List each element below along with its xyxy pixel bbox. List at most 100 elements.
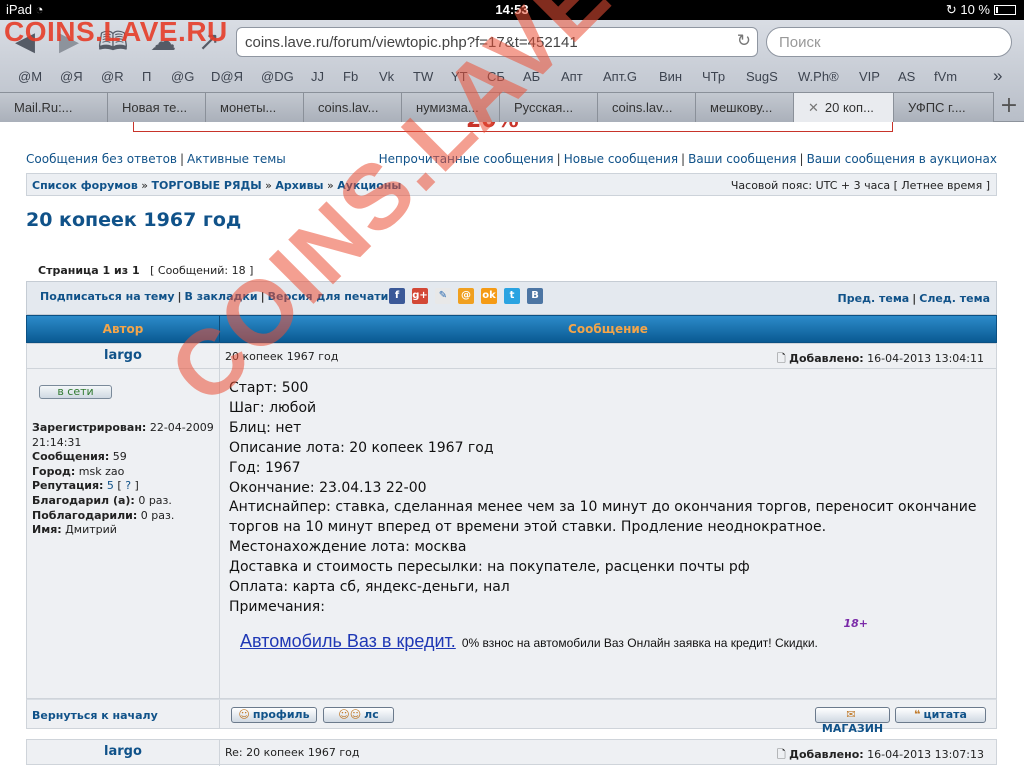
browser-tab[interactable]: Mail.Ru:... <box>0 92 108 122</box>
google-plus-icon[interactable]: g+ <box>412 288 428 304</box>
bookmark-item[interactable]: JJ <box>311 69 324 84</box>
bookmark-item[interactable]: fVm <box>934 69 957 84</box>
unanswered-link[interactable]: Сообщения без ответов <box>26 152 177 166</box>
shop-button[interactable]: ✉МАГАЗИН <box>815 707 890 735</box>
browser-toolbar: ◀ ▶ 🕮 ☁ ↗ COINS.LAVE.RU coins.lave.ru/fo… <box>0 16 1024 64</box>
user-icon: ☺ <box>238 708 250 721</box>
post-text: Старт: 500 Шаг: любой Блиц: нет Описание… <box>229 380 977 615</box>
text-ad: 18+ Автомобиль Ваз в кредит. 0% взнос на … <box>240 617 880 652</box>
reload-icon[interactable]: ↻ <box>737 31 751 51</box>
new-posts-link[interactable]: Новые сообщения <box>564 152 678 166</box>
facebook-icon[interactable]: f <box>389 288 405 304</box>
breadcrumb: Список форумов » ТОРГОВЫЕ РЯДЫ » Архивы … <box>26 173 997 196</box>
pm-button[interactable]: ☺☺ лс <box>323 707 394 723</box>
breadcrumb-trade[interactable]: ТОРГОВЫЕ РЯДЫ <box>152 179 262 192</box>
bookmark-item[interactable]: @DG <box>261 69 294 84</box>
bookmark-item[interactable]: ЧТр <box>702 69 725 84</box>
twitter-icon[interactable]: t <box>504 288 520 304</box>
prev-topic-link[interactable]: Пред. тема <box>838 292 910 305</box>
search-input[interactable]: Поиск <box>766 27 1012 57</box>
bookmark-item[interactable]: @R <box>101 69 124 84</box>
tab-strip: Mail.Ru:... Новая те... монеты... coins.… <box>0 92 1024 122</box>
profile-button[interactable]: ☺ профиль <box>231 707 317 723</box>
breadcrumb-forums[interactable]: Список форумов <box>32 179 138 192</box>
more-bookmarks-icon[interactable]: » <box>993 66 1002 86</box>
odnoklassniki-icon[interactable]: ok <box>481 288 497 304</box>
topic-actions: Подписаться на тему | В закладки | Версия дл… <box>26 281 997 315</box>
browser-tab[interactable]: coins.lav... <box>598 92 696 122</box>
back-to-top-link[interactable]: Вернуться к началу <box>32 709 158 722</box>
bookmark-item[interactable]: Vk <box>379 69 394 84</box>
users-icon: ☺☺ <box>338 708 362 721</box>
lock-rotation-icon: ↻ <box>945 2 957 17</box>
browser-tab[interactable]: coins.lav... <box>304 92 402 122</box>
url-text: coins.lave.ru/forum/viewtopic.php?f=17&t… <box>245 34 578 51</box>
bookmark-item[interactable]: СБ <box>487 69 505 84</box>
cart-icon: ✉ <box>846 708 856 721</box>
browser-tab-active[interactable]: ✕ 20 коп... <box>794 92 894 122</box>
post-author[interactable]: largo <box>27 744 219 759</box>
battery-status: ↻ 10 % <box>946 2 1016 18</box>
browser-tab[interactable]: нумизма... <box>402 92 500 122</box>
bookmark-item[interactable]: @Я <box>60 69 83 84</box>
timezone-label: Часовой пояс: UTC + 3 часа [ Летнее врем… <box>730 179 990 192</box>
ad-banner[interactable]: 20% <box>133 122 893 132</box>
your-auction-posts-link[interactable]: Ваши сообщения в аукционах <box>807 152 997 166</box>
breadcrumb-archives[interactable]: Архивы <box>275 179 323 192</box>
bookmark-item[interactable]: YT <box>451 69 468 84</box>
bookmark-item[interactable]: W.Ph® <box>798 69 839 84</box>
page-content: 20% Сообщения без ответов|Активные темы … <box>0 122 1024 768</box>
ad-text: 0% взнос на автомобили Ваз Онлайн заявка… <box>461 636 818 650</box>
post-subject[interactable]: Re: 20 копеек 1967 год <box>225 746 359 759</box>
bookmark-item[interactable]: П <box>142 69 151 84</box>
bookmark-item[interactable]: @G <box>171 69 194 84</box>
unread-link[interactable]: Непрочитанные сообщения <box>379 152 554 166</box>
bookmark-link[interactable]: В закладки <box>185 290 258 303</box>
bookmark-item[interactable]: D@Я <box>211 69 243 84</box>
bookmark-item[interactable]: Fb <box>343 69 358 84</box>
bookmark-item[interactable]: Вин <box>659 69 682 84</box>
post-header: largo Re: 20 копеек 1967 год 🗋 Добавлено… <box>26 739 997 766</box>
message-count: [ Сообщений: 18 ] <box>150 264 254 277</box>
browser-tab[interactable]: мешкову... <box>696 92 794 122</box>
post-doc-icon: 🗋 <box>776 352 786 365</box>
bookmark-item[interactable]: АБ <box>523 69 540 84</box>
browser-tab[interactable]: Новая те... <box>108 92 206 122</box>
quote-button[interactable]: ❝ цитата <box>895 707 986 723</box>
new-tab-plus-icon[interactable]: + <box>994 92 1024 122</box>
quote-bubble-icon: ❝ <box>914 708 921 721</box>
reputation-link[interactable]: 5 <box>107 479 114 492</box>
bookmark-item[interactable]: @M <box>18 69 42 84</box>
print-link[interactable]: Версия для печати <box>268 290 389 303</box>
browser-tab[interactable]: Русская... <box>500 92 598 122</box>
active-topics-link[interactable]: Активные темы <box>187 152 286 166</box>
post-author[interactable]: largo <box>27 348 219 363</box>
bookmark-item[interactable]: SugS <box>746 69 778 84</box>
browser-tab[interactable]: УФПС г.... <box>894 92 994 122</box>
ad-link[interactable]: Автомобиль Ваз в кредит. <box>240 631 456 651</box>
bookmark-item[interactable]: Апт.G <box>603 69 637 84</box>
post-subject[interactable]: 20 копеек 1967 год <box>225 350 338 363</box>
subscribe-link[interactable]: Подписаться на тему <box>40 290 175 303</box>
online-status-badge: в сети <box>39 385 112 399</box>
vkontakte-icon[interactable]: B <box>527 288 543 304</box>
page-title[interactable]: 20 копеек 1967 год <box>26 209 241 231</box>
bookmark-item[interactable]: AS <box>898 69 915 84</box>
mailru-icon[interactable]: @ <box>458 288 474 304</box>
next-topic-link[interactable]: След. тема <box>919 292 990 305</box>
reputation-help-link[interactable]: ? <box>125 479 131 492</box>
post-body: в сети Зарегистрирован: 22-04-2009 21:14… <box>26 369 997 699</box>
post-doc-icon: 🗋 <box>776 748 786 761</box>
author-column-header: Автор <box>102 322 144 336</box>
livejournal-icon[interactable]: ✎ <box>435 288 451 304</box>
browser-tab[interactable]: монеты... <box>206 92 304 122</box>
bookmark-item[interactable]: VIP <box>859 69 880 84</box>
pagination: Страница 1 из 1 [ Сообщений: 18 ] <box>38 264 254 277</box>
bookmark-item[interactable]: Апт <box>561 69 583 84</box>
close-tab-icon[interactable]: ✕ <box>808 100 819 115</box>
url-bar[interactable]: coins.lave.ru/forum/viewtopic.php?f=17&t… <box>236 27 758 57</box>
breadcrumb-auctions[interactable]: Аукционы <box>337 179 401 192</box>
your-posts-link[interactable]: Ваши сообщения <box>688 152 796 166</box>
post-date: 🗋 Добавлено: 16-04-2013 13:07:13 <box>776 748 984 761</box>
bookmark-item[interactable]: TW <box>413 69 433 84</box>
